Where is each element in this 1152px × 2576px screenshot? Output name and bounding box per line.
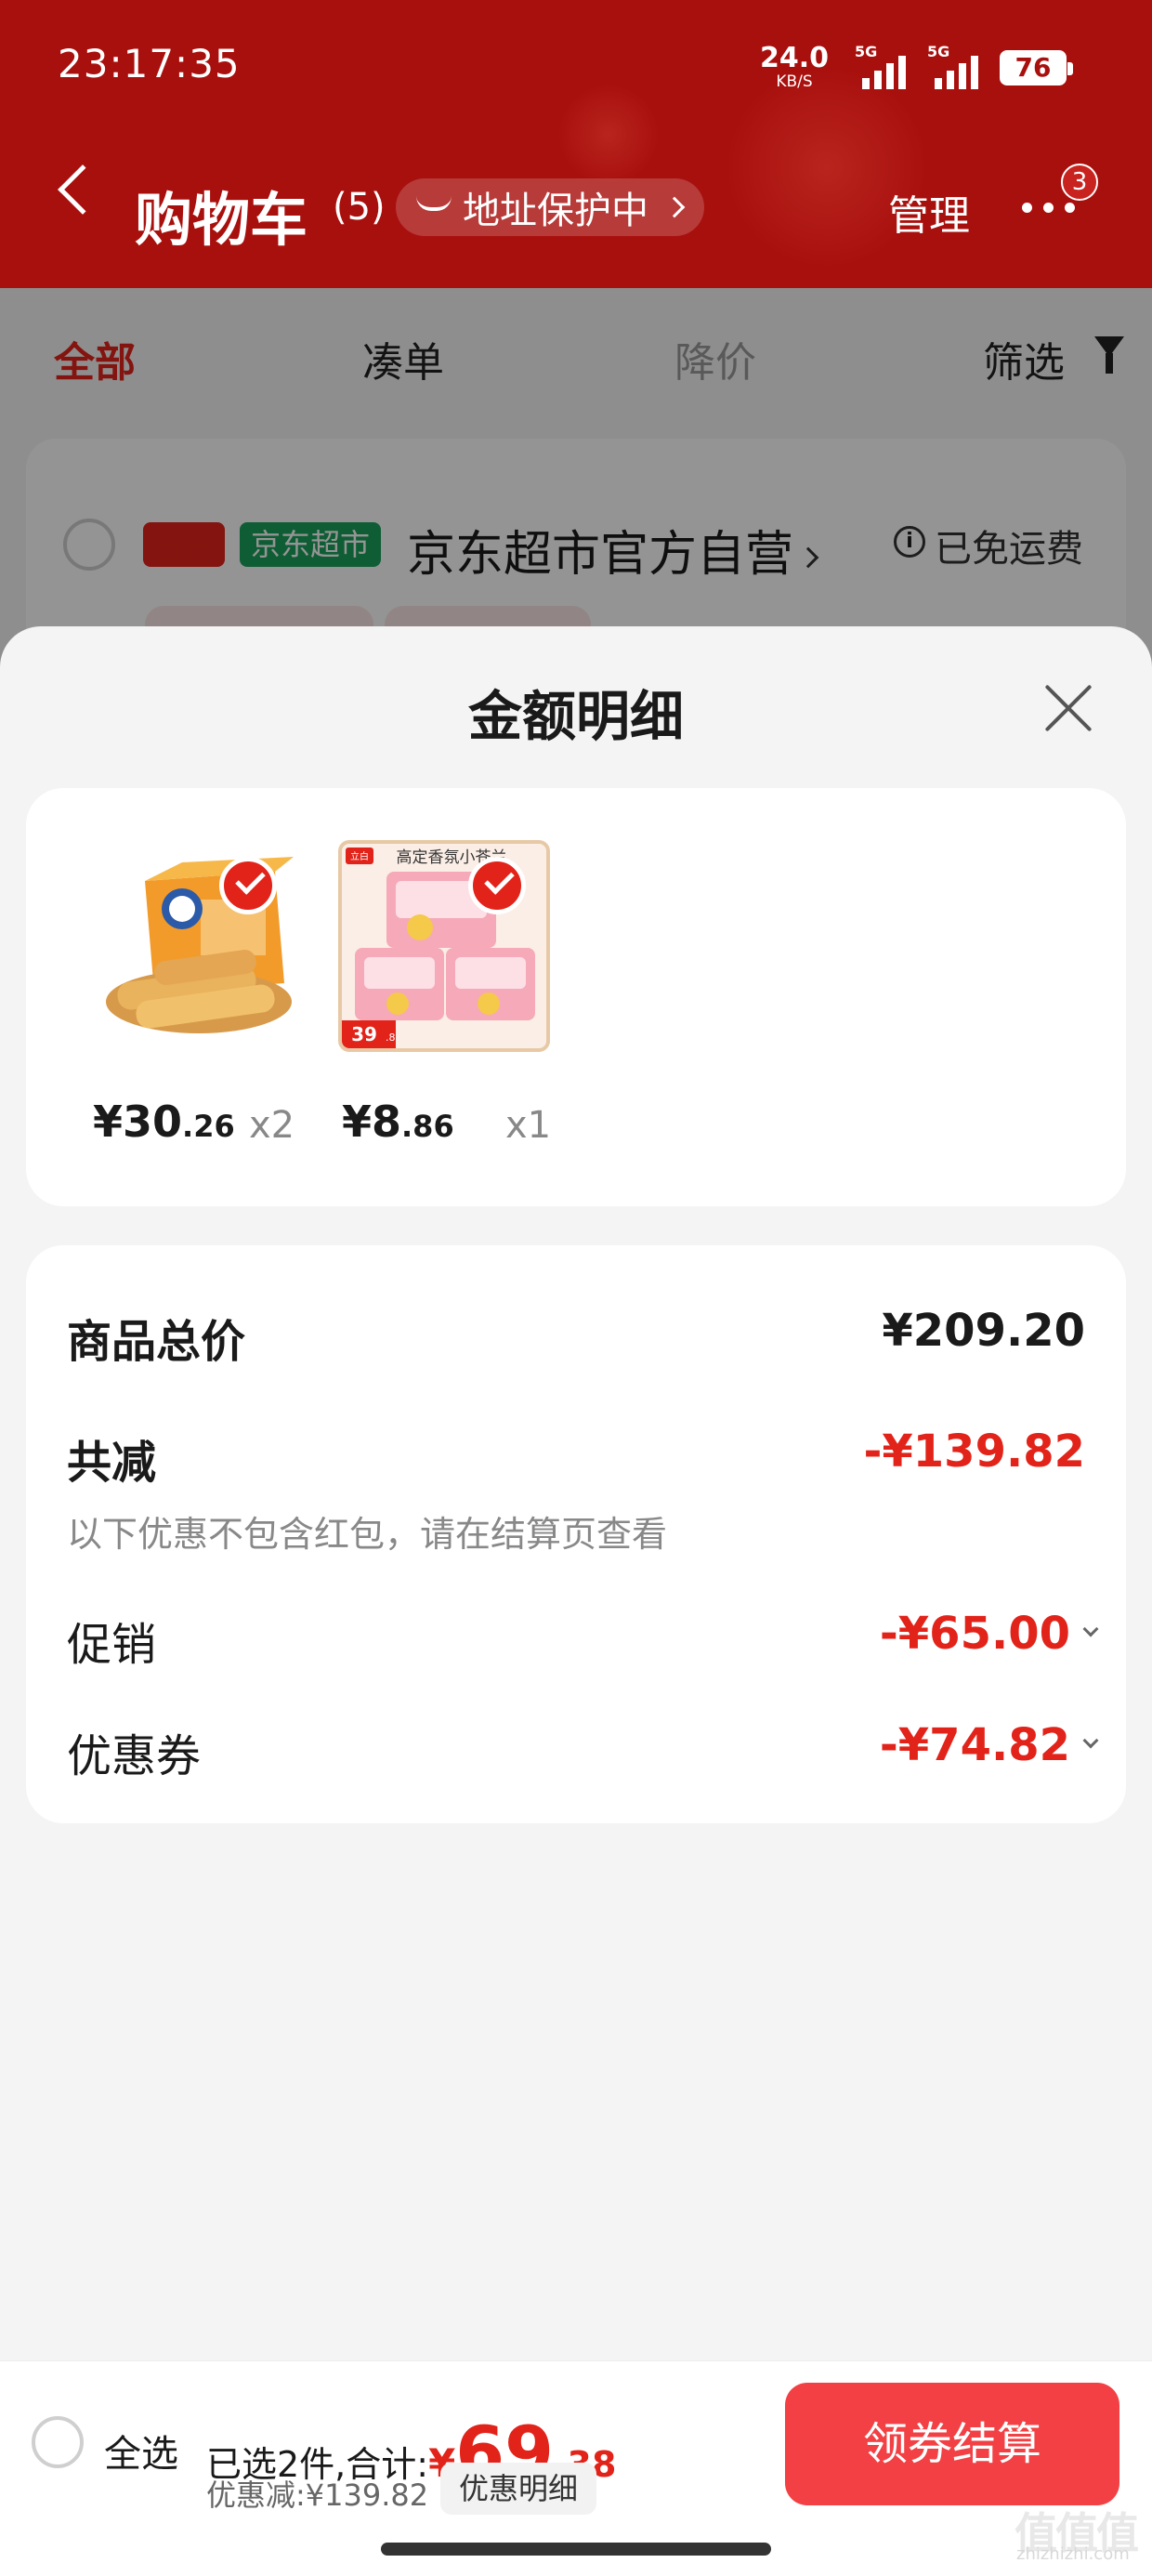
selected-check-icon — [468, 857, 526, 914]
net-speed: 24.0 KB/S — [760, 42, 830, 91]
signal-bars-1-icon — [862, 56, 906, 89]
eye-closed-icon — [416, 196, 452, 211]
selected-check-icon — [219, 857, 277, 914]
chevron-down-icon — [1082, 1621, 1099, 1637]
discount-detail-button[interactable]: 优惠明细 — [440, 2463, 597, 2515]
notification-badge: 3 — [1061, 164, 1098, 201]
screen: 23:17:35 24.0 KB/S 5G 5G 76 购物车 (5) 地址保护… — [0, 0, 1152, 2576]
promo-row[interactable]: -¥65.00 — [880, 1608, 1099, 1660]
item-1-price: ¥30.26 — [93, 1097, 235, 1147]
select-all-radio[interactable] — [32, 2416, 84, 2468]
sheet-title: 金额明细 — [467, 685, 684, 748]
more-menu-icon[interactable] — [1022, 203, 1075, 213]
manage-button[interactable]: 管理 — [888, 182, 970, 242]
select-all-label[interactable]: 全选 — [104, 2424, 178, 2477]
item-1-qty: x2 — [249, 1104, 295, 1147]
coupon-label: 优惠券 — [67, 1730, 202, 1782]
svg-text:立白: 立白 — [350, 850, 369, 862]
item-2-price: ¥8.86 — [342, 1097, 454, 1147]
coupon-row[interactable]: -¥74.82 — [880, 1719, 1099, 1771]
address-protect-label: 地址保护中 — [463, 190, 648, 232]
firework-decoration — [557, 84, 660, 186]
home-indicator[interactable] — [381, 2543, 771, 2556]
svg-text:39: 39 — [351, 1023, 377, 1045]
total-reduce-label: 共减 — [67, 1437, 157, 1489]
page-title: 购物车 — [135, 186, 308, 254]
promo-label: 促销 — [67, 1619, 157, 1671]
status-time: 23:17:35 — [58, 41, 241, 86]
close-icon[interactable] — [1042, 682, 1094, 734]
svg-text:.8: .8 — [386, 1032, 396, 1044]
item-2-qty: x1 — [505, 1104, 552, 1147]
chevron-down-icon — [1082, 1732, 1099, 1749]
discount-total: 优惠减:¥139.82 — [206, 2477, 429, 2513]
chevron-right-icon — [663, 196, 686, 218]
total-price-value: ¥209.20 — [882, 1305, 1085, 1357]
battery-icon: 76 — [1000, 50, 1073, 85]
cart-count: (5) — [333, 186, 386, 229]
checkout-button[interactable]: 领券结算 — [785, 2383, 1119, 2505]
watermark-url: zhizhizhi.com — [1016, 2544, 1130, 2564]
total-reduce-value: -¥139.82 — [863, 1426, 1085, 1478]
reduce-note: 以下优惠不包含红包，请在结算页查看 — [67, 1514, 668, 1555]
signal-bars-2-icon — [935, 56, 978, 89]
address-protect-button[interactable]: 地址保护中 — [396, 178, 704, 236]
total-price-label: 商品总价 — [67, 1316, 246, 1368]
